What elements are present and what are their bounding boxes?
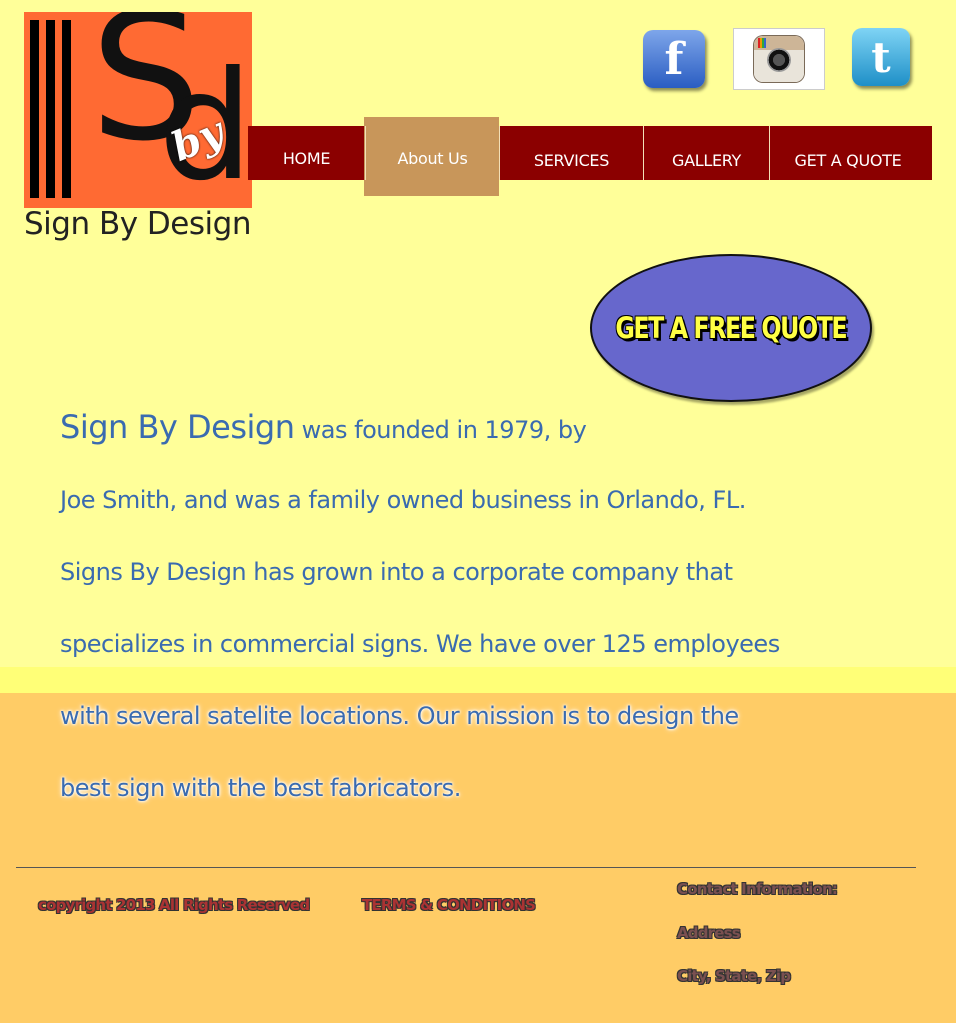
about-brand: Sign By Design bbox=[60, 408, 295, 446]
twitter-glyph: t bbox=[871, 32, 891, 82]
about-line-1-rest: was founded in 1979, by bbox=[294, 416, 587, 444]
free-quote-label: GET A FREE QUOTE bbox=[615, 311, 848, 345]
logo-bar bbox=[46, 20, 55, 198]
about-line-3: Signs By Design has grown into a corpora… bbox=[60, 558, 733, 586]
about-line-2: Joe Smith, and was a family owned busine… bbox=[60, 486, 746, 514]
facebook-icon[interactable]: f bbox=[643, 30, 705, 88]
nav-about-us[interactable]: About Us bbox=[366, 131, 499, 185]
instagram-camera bbox=[754, 36, 804, 82]
contact-city: City, State, Zip bbox=[677, 967, 791, 985]
nav-get-a-quote[interactable]: GET A QUOTE bbox=[770, 133, 926, 187]
highlight-band bbox=[0, 667, 956, 693]
logo[interactable]: S d by bbox=[24, 12, 252, 208]
lower-background bbox=[0, 693, 956, 1023]
about-line-4: specializes in commercial signs. We have… bbox=[60, 630, 780, 658]
facebook-glyph: f bbox=[664, 33, 684, 85]
instagram-lens bbox=[767, 48, 791, 72]
twitter-icon[interactable]: t bbox=[852, 28, 910, 86]
copyright-text: copyright 2013 All Rights Reserved bbox=[38, 896, 310, 914]
footer-divider bbox=[16, 867, 916, 868]
contact-heading: Contact Information: bbox=[677, 880, 838, 898]
about-line-1: Sign By Design was founded in 1979, by bbox=[60, 408, 587, 446]
nav-gallery[interactable]: GALLERY bbox=[644, 133, 769, 187]
logo-bar bbox=[30, 20, 39, 198]
logo-bar bbox=[62, 20, 71, 198]
terms-link[interactable]: TERMS & CONDITIONS bbox=[362, 896, 536, 914]
nav-services[interactable]: SERVICES bbox=[500, 133, 643, 187]
nav-home[interactable]: HOME bbox=[248, 131, 365, 185]
free-quote-button[interactable]: GET A FREE QUOTE bbox=[590, 254, 872, 402]
logo-wordmark: Sign By Design bbox=[24, 206, 251, 242]
about-line-5: with several satelite locations. Our mis… bbox=[60, 702, 739, 730]
contact-address: Address bbox=[677, 924, 741, 942]
about-line-6: best sign with the best fabricators. bbox=[60, 774, 461, 802]
instagram-icon[interactable] bbox=[733, 28, 825, 90]
instagram-stripe bbox=[758, 38, 766, 48]
